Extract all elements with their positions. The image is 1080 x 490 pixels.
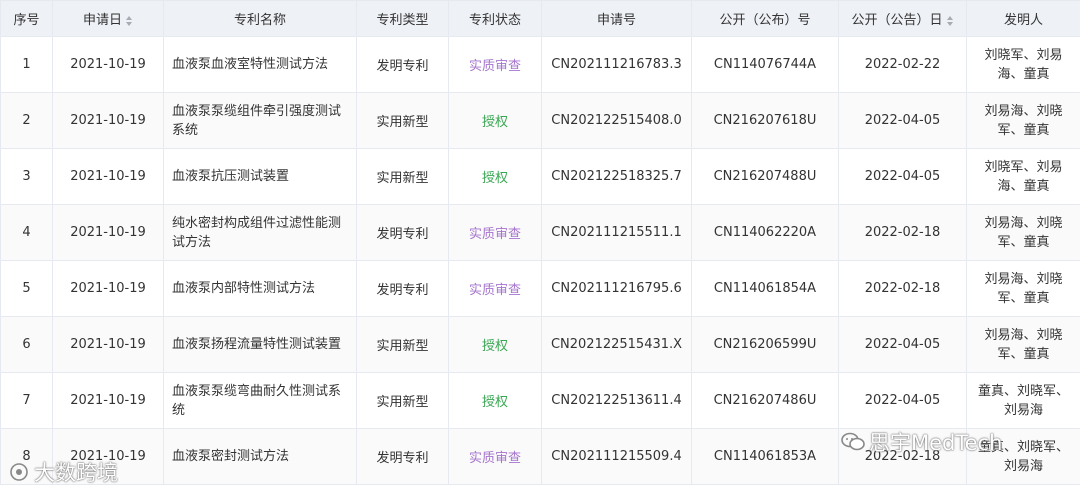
header-index: 序号	[0, 0, 53, 37]
inventors: 童真、刘晓军、刘易海	[966, 428, 1080, 485]
publication-date: 2022-04-05	[838, 148, 967, 205]
patent-type: 发明专利	[356, 428, 449, 485]
patent-name: 血液泵密封测试方法	[163, 428, 357, 485]
sort-icon[interactable]	[125, 15, 133, 27]
patent-name: 血液泵扬程流量特性测试装置	[163, 316, 357, 373]
row-index: 7	[0, 372, 53, 429]
patent-type: 实用新型	[356, 92, 449, 149]
patent-status: 实质审查	[448, 36, 542, 93]
patent-name: 血液泵泵缆弯曲耐久性测试系统	[163, 372, 357, 429]
patent-status: 实质审查	[448, 204, 542, 261]
apply-number: CN202122515408.0	[541, 92, 692, 149]
row-index: 6	[0, 316, 53, 373]
header-apply-no: 申请号	[541, 0, 692, 37]
apply-number: CN202122515431.X	[541, 316, 692, 373]
apply-date: 2021-10-19	[52, 260, 164, 317]
header-name: 专利名称	[163, 0, 357, 37]
apply-date: 2021-10-19	[52, 316, 164, 373]
header-apply-date[interactable]: 申请日	[52, 0, 164, 37]
table-row[interactable]: 7 2021-10-19 血液泵泵缆弯曲耐久性测试系统 实用新型 授权 CN2021225…	[0, 372, 1080, 429]
patent-name: 血液泵内部特性测试方法	[163, 260, 357, 317]
patent-type: 发明专利	[356, 260, 449, 317]
publication-number: CN114076744A	[691, 36, 839, 93]
sort-icon[interactable]	[946, 15, 954, 27]
header-pub-date[interactable]: 公开（公告）日	[838, 0, 967, 37]
header-pub-no: 公开（公布）号	[691, 0, 839, 37]
patent-status: 实质审查	[448, 260, 542, 317]
table-row[interactable]: 1 2021-10-19 血液泵血液室特性测试方法 发明专利 实质审查 CN2021112…	[0, 36, 1080, 93]
patent-name: 纯水密封构成组件过滤性能测试方法	[163, 204, 357, 261]
row-index: 4	[0, 204, 53, 261]
publication-number: CN216207618U	[691, 92, 839, 149]
inventors: 刘易海、刘晓军、童真	[966, 316, 1080, 373]
publication-number: CN114062220A	[691, 204, 839, 261]
publication-date: 2022-04-05	[838, 92, 967, 149]
publication-date: 2022-02-18	[838, 260, 967, 317]
table-row[interactable]: 3 2021-10-19 血液泵抗压测试装置 实用新型 授权 CN202122518325…	[0, 148, 1080, 205]
header-inventors: 发明人	[966, 0, 1080, 37]
patent-type: 实用新型	[356, 372, 449, 429]
apply-number: CN202122513611.4	[541, 372, 692, 429]
apply-number: CN202111216795.6	[541, 260, 692, 317]
apply-number: CN202111215509.4	[541, 428, 692, 485]
inventors: 刘易海、刘晓军、童真	[966, 92, 1080, 149]
row-index: 2	[0, 92, 53, 149]
table-row[interactable]: 5 2021-10-19 血液泵内部特性测试方法 发明专利 实质审查 CN20211121…	[0, 260, 1080, 317]
patent-status: 实质审查	[448, 428, 542, 485]
table-body: 1 2021-10-19 血液泵血液室特性测试方法 发明专利 实质审查 CN2021112…	[0, 36, 1080, 485]
inventors: 童真、刘晓军、刘易海	[966, 372, 1080, 429]
row-index: 8	[0, 428, 53, 485]
row-index: 1	[0, 36, 53, 93]
patent-status: 授权	[448, 148, 542, 205]
publication-date: 2022-02-18	[838, 204, 967, 261]
apply-date: 2021-10-19	[52, 372, 164, 429]
publication-date: 2022-02-22	[838, 36, 967, 93]
publication-number: CN216207488U	[691, 148, 839, 205]
patent-name: 血液泵抗压测试装置	[163, 148, 357, 205]
inventors: 刘易海、刘晓军、童真	[966, 204, 1080, 261]
header-status: 专利状态	[448, 0, 542, 37]
inventors: 刘晓军、刘易海、童真	[966, 36, 1080, 93]
table-row[interactable]: 6 2021-10-19 血液泵扬程流量特性测试装置 实用新型 授权 CN20212251…	[0, 316, 1080, 373]
patent-status: 授权	[448, 316, 542, 373]
publication-date: 2022-04-05	[838, 316, 967, 373]
patent-name: 血液泵泵缆组件牵引强度测试系统	[163, 92, 357, 149]
patent-type: 实用新型	[356, 148, 449, 205]
header-type: 专利类型	[356, 0, 449, 37]
apply-date: 2021-10-19	[52, 204, 164, 261]
inventors: 刘易海、刘晓军、童真	[966, 260, 1080, 317]
inventors: 刘晓军、刘易海、童真	[966, 148, 1080, 205]
row-index: 3	[0, 148, 53, 205]
publication-number: CN216206599U	[691, 316, 839, 373]
apply-date: 2021-10-19	[52, 36, 164, 93]
row-index: 5	[0, 260, 53, 317]
apply-number: CN202111215511.1	[541, 204, 692, 261]
apply-date: 2021-10-19	[52, 428, 164, 485]
patent-type: 发明专利	[356, 36, 449, 93]
patent-status: 授权	[448, 92, 542, 149]
patent-type: 实用新型	[356, 316, 449, 373]
publication-date: 2022-02-18	[838, 428, 967, 485]
apply-number: CN202122518325.7	[541, 148, 692, 205]
patent-type: 发明专利	[356, 204, 449, 261]
publication-date: 2022-04-05	[838, 372, 967, 429]
table-row[interactable]: 2 2021-10-19 血液泵泵缆组件牵引强度测试系统 实用新型 授权 CN202122…	[0, 92, 1080, 149]
patent-table: 序号 申请日 专利名称 专利类型 专利状态 申请号 公开（公布）号 公开（公告）…	[0, 0, 1080, 485]
patent-name: 血液泵血液室特性测试方法	[163, 36, 357, 93]
table-header: 序号 申请日 专利名称 专利类型 专利状态 申请号 公开（公布）号 公开（公告）…	[0, 0, 1080, 37]
publication-number: CN216207486U	[691, 372, 839, 429]
apply-date: 2021-10-19	[52, 148, 164, 205]
apply-number: CN202111216783.3	[541, 36, 692, 93]
table-row[interactable]: 8 2021-10-19 血液泵密封测试方法 发明专利 实质审查 CN2021112155…	[0, 428, 1080, 485]
publication-number: CN114061854A	[691, 260, 839, 317]
patent-status: 授权	[448, 372, 542, 429]
publication-number: CN114061853A	[691, 428, 839, 485]
table-row[interactable]: 4 2021-10-19 纯水密封构成组件过滤性能测试方法 发明专利 实质审查 CN202…	[0, 204, 1080, 261]
apply-date: 2021-10-19	[52, 92, 164, 149]
